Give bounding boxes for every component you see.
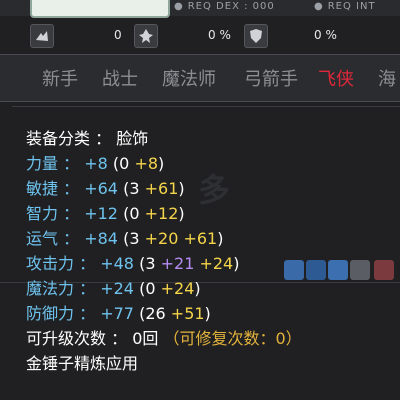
- category-label: 装备分类: [26, 129, 91, 148]
- stat-total: +64: [84, 179, 118, 198]
- stat-bonus: +21: [160, 254, 195, 273]
- stat-base: 3: [129, 229, 140, 248]
- item-stats: 装备分类 ： 脸饰 力量 ： +8 (0 +8) 敏捷 ： +64 (3 +61…: [26, 126, 400, 376]
- job-warrior: 战士: [102, 69, 138, 90]
- stat-label: 力量: [26, 154, 59, 173]
- stat-bonus: +24: [199, 254, 234, 273]
- icon-row: 0 0 % 0 %: [0, 22, 400, 50]
- job-requirement-row: 新手 战士 魔法师 弓箭手 飞侠 海: [0, 54, 400, 102]
- stat-label: 敏捷: [26, 179, 59, 198]
- category-value: 脸饰: [116, 129, 149, 148]
- upgrade-value: 0回: [132, 329, 159, 348]
- stat-base: 0: [129, 204, 140, 223]
- bullet-icon: ●: [174, 1, 184, 12]
- equip-type-icon: [30, 24, 54, 48]
- stat-bonus: +12: [144, 204, 179, 223]
- stat-bonus: +8: [134, 154, 159, 173]
- repair-count: （可修复次数：0）: [163, 329, 302, 348]
- shield-icon: [244, 24, 268, 48]
- job-thief: 飞侠: [318, 69, 354, 90]
- stat-total: +48: [100, 254, 134, 273]
- req-int-label: ● REQ INT: [314, 1, 376, 12]
- stat-total: +24: [100, 279, 134, 298]
- stat-base: 0: [119, 154, 130, 173]
- stat-label: 魔法力: [26, 279, 75, 298]
- stat-base: 3: [129, 179, 140, 198]
- stat-label: 智力: [26, 204, 59, 223]
- stat-base: 0: [145, 279, 156, 298]
- icon-value-1: 0: [114, 28, 122, 42]
- icon-value-2: 0 %: [208, 28, 231, 42]
- stat-sep: ：: [63, 204, 80, 223]
- stat-label: 运气: [26, 229, 59, 248]
- stat-bonus: +24: [160, 279, 195, 298]
- stat-sep: ：: [79, 254, 96, 273]
- stat-base: 26: [145, 304, 166, 323]
- stat-label: 攻击力: [26, 254, 75, 273]
- stat-bonus: +20: [144, 229, 179, 248]
- stat-matt-line: 魔法力 ： +24 (0 +24): [26, 279, 201, 298]
- stat-sep: ：: [63, 179, 80, 198]
- item-preview-box: [30, 0, 170, 18]
- hammer-line: 金锤子精炼应用: [26, 351, 400, 376]
- stat-bonus: +61: [144, 179, 179, 198]
- cash-item-icon: [134, 24, 158, 48]
- stat-def-line: 防御力 ： +77 (26 +51): [26, 304, 211, 323]
- divider: [12, 106, 400, 107]
- req-dex-label: ● REQ DEX : 000: [174, 1, 275, 12]
- job-archer: 弓箭手: [244, 69, 298, 90]
- upgrade-sep: ：: [111, 329, 128, 348]
- hammer-text: 金锤子精炼应用: [26, 354, 139, 373]
- bullet-icon: ●: [314, 1, 324, 12]
- item-tooltip-panel: ● REQ DEX : 000 ● REQ INT 0 0 % 0 % 新手 战士: [0, 0, 400, 400]
- stat-base: 3: [145, 254, 156, 273]
- stat-total: +12: [84, 204, 118, 223]
- stat-bonus: +51: [170, 304, 205, 323]
- requirements-strip: ● REQ DEX : 000 ● REQ INT: [0, 0, 400, 18]
- category-sep: ：: [95, 129, 112, 148]
- stat-int-line: 智力 ： +12 (0 +12): [26, 204, 185, 223]
- stat-total: +8: [84, 154, 108, 173]
- job-pirate: 海: [378, 69, 396, 90]
- stat-total: +84: [84, 229, 118, 248]
- upgrade-line: 可升级次数 ： 0回 （可修复次数：0）: [26, 326, 400, 351]
- stat-luk-line: 运气 ： +84 (3 +20 +61): [26, 229, 224, 248]
- upgrade-label: 可升级次数: [26, 329, 107, 348]
- job-magician: 魔法师: [162, 69, 216, 90]
- stat-dex-line: 敏捷 ： +64 (3 +61): [26, 179, 185, 198]
- stat-sep: ：: [63, 154, 80, 173]
- stat-bonus: +61: [183, 229, 218, 248]
- category-line: 装备分类 ： 脸饰: [26, 126, 400, 151]
- icon-value-3: 0 %: [314, 28, 337, 42]
- job-beginner: 新手: [42, 69, 78, 90]
- stat-total: +77: [100, 304, 134, 323]
- stat-str-line: 力量 ： +8 (0 +8): [26, 154, 165, 173]
- stat-sep: ：: [79, 304, 96, 323]
- stat-sep: ：: [79, 279, 96, 298]
- stat-sep: ：: [63, 229, 80, 248]
- stat-label: 防御力: [26, 304, 75, 323]
- stat-att-line: 攻击力 ： +48 (3 +21 +24): [26, 254, 240, 273]
